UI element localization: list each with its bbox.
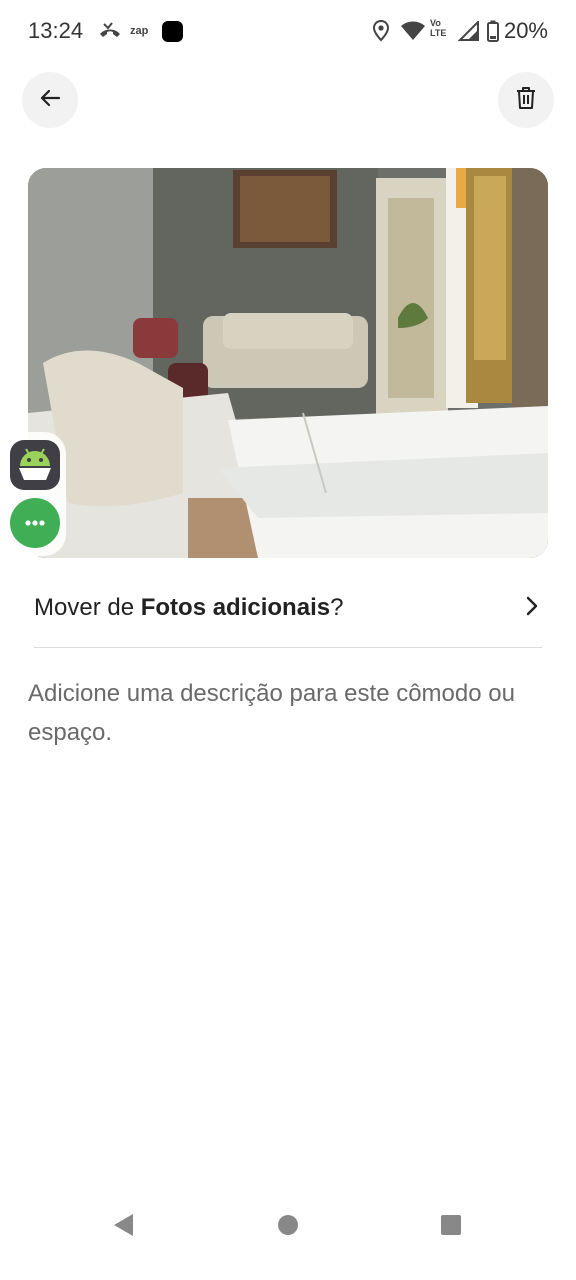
- wifi-icon: [400, 18, 426, 44]
- chevron-right-icon: [522, 594, 542, 618]
- status-bar: 13:24 zap Vo LTE 20%: [0, 0, 576, 62]
- app-square-icon: [162, 18, 183, 44]
- signal-icon: [458, 18, 480, 44]
- location-icon: [373, 18, 389, 44]
- move-album-row[interactable]: Mover de Fotos adicionais?: [34, 590, 542, 630]
- zap-icon: zap: [130, 25, 149, 37]
- nav-back-icon[interactable]: [112, 1212, 136, 1243]
- floating-overlay: [0, 432, 66, 556]
- room-photo[interactable]: [28, 168, 548, 558]
- album-name: Fotos adicionais: [140, 594, 331, 621]
- missed-call-icon: [98, 18, 122, 44]
- trash-icon: [515, 86, 537, 115]
- back-button[interactable]: [22, 72, 78, 128]
- status-time: 13:24: [28, 18, 84, 43]
- android-app-icon[interactable]: [10, 440, 60, 490]
- divider: [34, 647, 542, 648]
- nav-home-icon[interactable]: [277, 1214, 299, 1241]
- arrow-left-icon: [38, 86, 62, 115]
- battery-icon: [487, 18, 499, 44]
- battery-percent: 20%: [503, 18, 548, 43]
- nav-recents-icon[interactable]: [440, 1214, 462, 1241]
- more-dots-icon[interactable]: [10, 498, 60, 548]
- delete-button[interactable]: [498, 72, 554, 128]
- system-nav-bar: [0, 1212, 576, 1280]
- description-field[interactable]: Adicione uma descrição para este cômodo …: [28, 674, 538, 752]
- room-photo-image: [28, 168, 548, 558]
- move-album-text: Mover de Fotos adicionais?: [34, 594, 344, 621]
- volte-icon: Vo LTE: [430, 18, 447, 38]
